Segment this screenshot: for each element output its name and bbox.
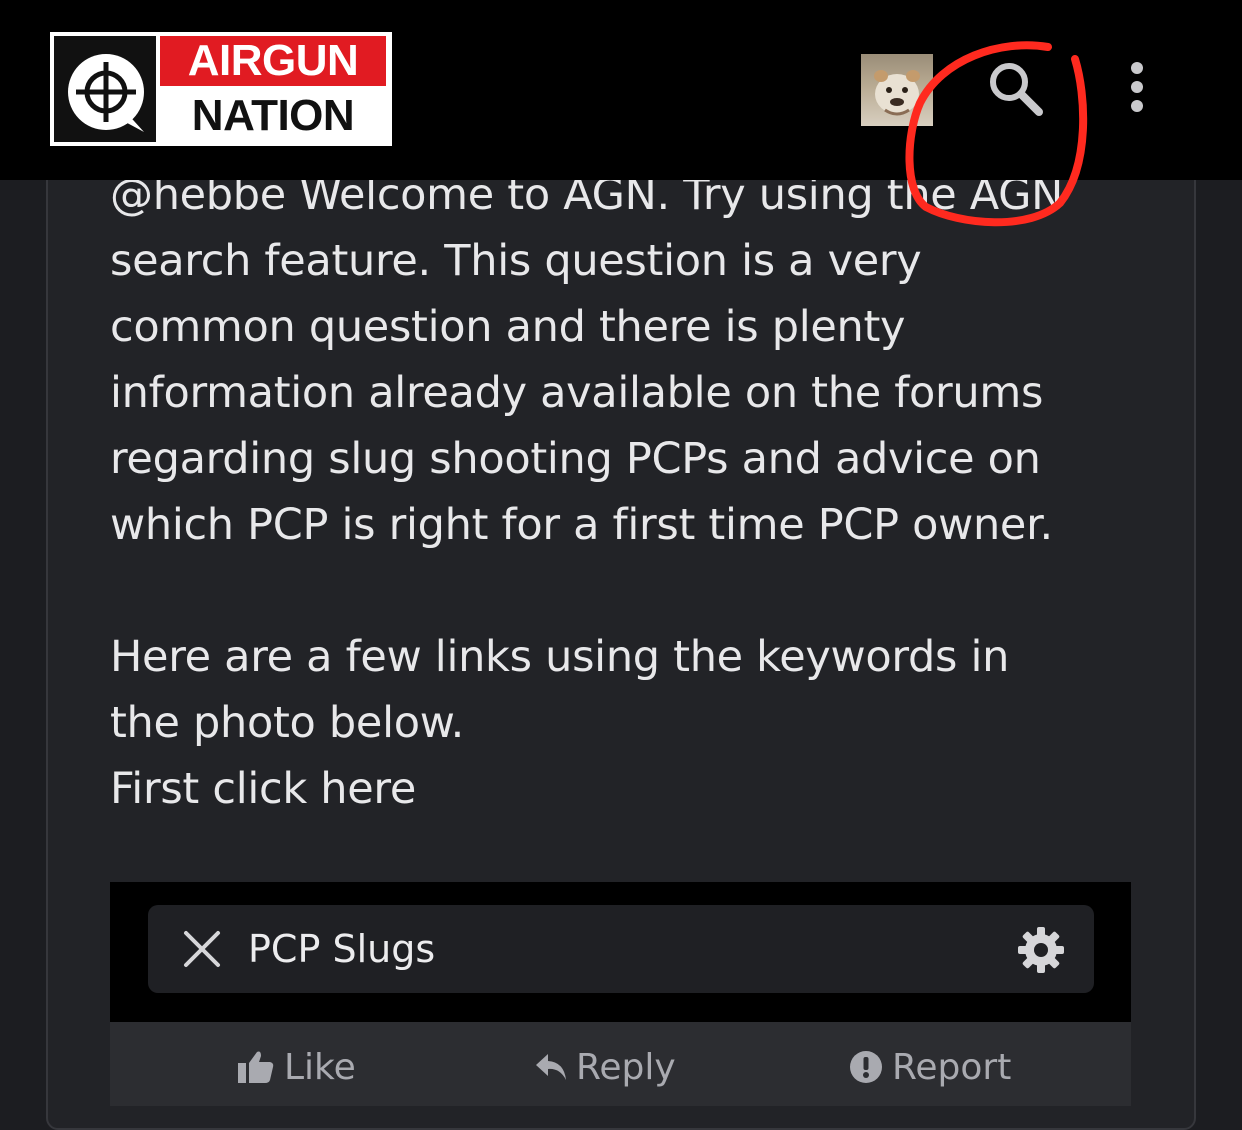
logo-airgun-text: AIRGUN <box>160 36 386 86</box>
crosshair-icon <box>68 54 144 132</box>
thumbs-up-icon <box>238 1051 274 1083</box>
reply-button[interactable]: Reply <box>536 1022 676 1112</box>
search-query-text: PCP Slugs <box>248 927 436 971</box>
report-label: Report <box>892 1046 1012 1088</box>
alert-icon <box>850 1051 882 1083</box>
logo-nation-text: NATION <box>191 91 355 140</box>
post-link-line[interactable]: First click here <box>110 756 1170 822</box>
gear-icon <box>1018 927 1064 973</box>
embedded-search-screenshot: PCP Slugs <box>110 882 1131 1022</box>
post-line: which PCP is right for a first time PCP … <box>110 500 1053 550</box>
search-button[interactable] <box>985 58 1047 120</box>
avatar[interactable] <box>861 54 933 126</box>
like-button[interactable]: Like <box>238 1022 356 1112</box>
reply-label: Reply <box>576 1046 676 1088</box>
more-options-button[interactable] <box>1122 60 1152 118</box>
reply-icon <box>536 1054 566 1080</box>
close-icon <box>184 931 220 967</box>
post-action-bar: Like Reply Report <box>110 1022 1131 1106</box>
bulldog-avatar-image <box>874 70 920 116</box>
post-line: information already available on the for… <box>110 368 1044 418</box>
report-button[interactable]: Report <box>850 1022 1011 1112</box>
post-line: search feature. This question is a very <box>110 236 922 286</box>
search-icon <box>990 63 1043 116</box>
post-line: Here are a few links using the keywords … <box>110 632 1010 682</box>
like-label: Like <box>284 1046 356 1088</box>
post-line: the photo below. <box>110 698 465 748</box>
search-query-bar: PCP Slugs <box>148 905 1094 993</box>
top-header: AIRGUN NATION <box>0 0 1242 180</box>
post-line: regarding slug shooting PCPs and advice … <box>110 434 1041 484</box>
more-vertical-icon <box>1131 62 1143 112</box>
site-logo[interactable]: AIRGUN NATION <box>50 32 392 146</box>
post-body: @hebbe Welcome to AGN. Try using the AGN… <box>110 162 1170 822</box>
post-line: common question and there is plenty <box>110 302 906 352</box>
